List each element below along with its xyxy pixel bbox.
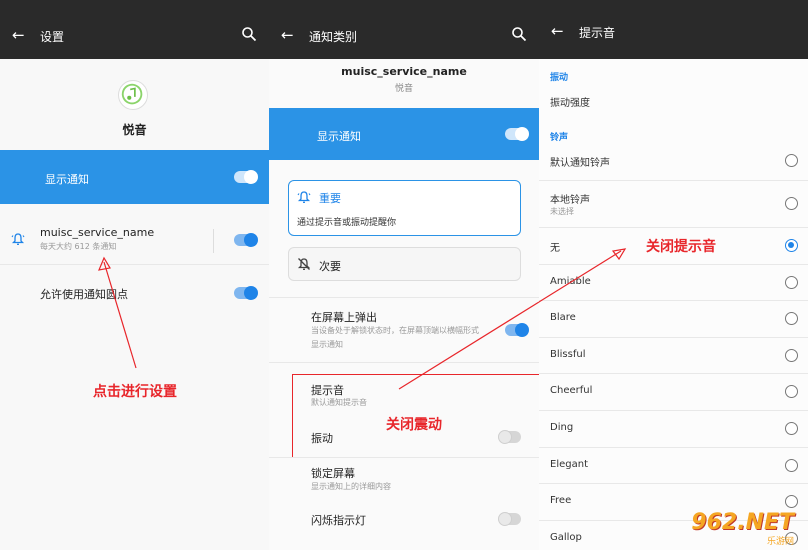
divider <box>269 362 539 363</box>
app-icon <box>118 80 148 110</box>
default-ringtone-row[interactable]: 默认通知铃声 <box>539 143 808 179</box>
local-ringtone-subtitle: 未选择 <box>550 207 574 216</box>
channel-subtitle: 每天大约 612 条通知 <box>40 242 117 251</box>
blink-light-title: 闪烁指示灯 <box>311 514 366 527</box>
channel-toggle[interactable] <box>234 233 258 247</box>
ringtone-label: 无 <box>550 243 560 254</box>
notification-category-panel: ← 通知类别 muisc_service_name 悦音 显示通知 重要 通过提… <box>269 0 539 550</box>
ringtone-label: Cheerful <box>550 385 593 397</box>
allow-dot-label: 允许使用通知圆点 <box>40 288 128 301</box>
ringtone-label: Amiable <box>550 275 591 287</box>
settings-panel: ← 设置 悦音 显示通知 muisc_service_name 每天大约 612… <box>0 0 269 550</box>
radio-button[interactable] <box>785 312 798 326</box>
bell-off-icon <box>297 258 311 270</box>
bell-ring-icon <box>297 191 311 203</box>
show-notification-label: 显示通知 <box>45 173 89 186</box>
divider <box>0 264 269 265</box>
watermark-subtitle: 乐游网 <box>766 537 794 547</box>
radio-button[interactable] <box>785 422 798 435</box>
section-header-vibrate: 振动 <box>550 73 569 83</box>
important-option[interactable]: 重要 通过提示音或振动提醒你 <box>288 180 521 236</box>
ringtone-label: Elegant <box>550 458 588 470</box>
divider <box>269 297 539 298</box>
ringtone-row[interactable]: Blare <box>539 301 808 338</box>
show-notification-row[interactable]: 显示通知 <box>269 108 539 160</box>
popup-title: 在屏幕上弹出 <box>311 311 377 324</box>
show-notification-toggle[interactable] <box>505 127 529 141</box>
annotation-label: 关闭震动 <box>386 417 442 433</box>
watermark-logo: 962.NET <box>691 510 794 535</box>
show-notification-row[interactable]: 显示通知 <box>0 150 269 204</box>
channel-header-name: muisc_service_name <box>341 65 467 78</box>
bell-ring-icon <box>11 233 25 245</box>
show-notification-toggle[interactable] <box>234 170 258 184</box>
lock-screen-row[interactable]: 锁定屏幕 显示通知上的详细内容 <box>269 460 539 498</box>
ringtone-label: Ding <box>550 422 574 433</box>
radio-button[interactable] <box>785 385 798 399</box>
top-bar: ← 设置 <box>0 0 269 59</box>
divider <box>539 180 808 181</box>
search-icon[interactable] <box>511 26 527 42</box>
top-bar: ← 提示音 <box>539 0 808 59</box>
back-arrow-icon[interactable]: ← <box>281 26 294 44</box>
allow-dot-toggle[interactable] <box>234 286 258 300</box>
channel-header-app: 悦音 <box>394 84 413 94</box>
silent-title: 次要 <box>319 260 341 273</box>
back-arrow-icon[interactable]: ← <box>12 26 25 44</box>
lock-screen-subtitle: 显示通知上的详细内容 <box>311 482 391 491</box>
ringtone-label: Blare <box>550 312 576 324</box>
ringtone-panel: ← 提示音 振动 振动强度 铃声 默认通知铃声 本地铃声 未选择 无 Amiabl… <box>539 0 808 550</box>
ringtone-row[interactable]: Cheerful <box>539 374 808 411</box>
annotation-label: 关闭提示音 <box>646 239 716 255</box>
radio-button[interactable] <box>785 458 798 472</box>
blink-light-row[interactable]: 闪烁指示灯 <box>269 504 539 534</box>
allow-dot-row[interactable]: 允许使用通知圆点 <box>0 270 269 314</box>
ringtone-label: Blissful <box>550 348 586 360</box>
local-ringtone-label: 本地铃声 <box>550 195 590 206</box>
annotation-label: 点击进行设置 <box>93 384 177 400</box>
page-title: 设置 <box>40 30 65 44</box>
divider <box>269 457 539 458</box>
site-watermark: 962.NET 乐游网 <box>672 510 802 547</box>
important-desc: 通过提示音或振动提醒你 <box>297 218 397 228</box>
popup-row[interactable]: 在屏幕上弹出 当设备处于解锁状态时，在屏幕顶端以横幅形式显示通知 <box>269 302 539 358</box>
radio-button[interactable] <box>785 154 798 167</box>
vibrate-strength-row[interactable]: 振动强度 <box>550 94 590 109</box>
ringtone-label: Free <box>550 495 572 507</box>
silent-option[interactable]: 次要 <box>288 247 521 281</box>
radio-button[interactable] <box>785 275 798 289</box>
ringtone-row[interactable]: Elegant <box>539 448 808 485</box>
app-name: 悦音 <box>122 123 147 137</box>
popup-toggle[interactable] <box>505 323 529 337</box>
ringtone-row[interactable]: Blissful <box>539 338 808 375</box>
radio-button[interactable] <box>785 348 798 362</box>
back-arrow-icon[interactable]: ← <box>551 22 564 40</box>
important-title: 重要 <box>319 192 341 205</box>
lock-screen-title: 锁定屏幕 <box>311 467 355 480</box>
radio-button[interactable] <box>785 197 798 210</box>
channel-row[interactable]: muisc_service_name 每天大约 612 条通知 <box>0 219 269 263</box>
default-ringtone-label: 默认通知铃声 <box>550 158 610 169</box>
ringtone-label: Gallop <box>550 531 582 543</box>
page-title: 通知类别 <box>309 30 358 44</box>
channel-name: muisc_service_name <box>40 226 155 239</box>
ringtone-row[interactable]: Ding <box>539 411 808 448</box>
search-icon[interactable] <box>241 26 257 42</box>
top-bar: ← 通知类别 <box>269 0 539 59</box>
radio-button[interactable] <box>785 239 798 252</box>
vertical-divider <box>213 229 214 253</box>
radio-button[interactable] <box>785 495 798 509</box>
blink-light-toggle[interactable] <box>498 512 521 526</box>
ringtone-row[interactable]: Amiable <box>539 265 808 302</box>
local-ringtone-row[interactable]: 本地铃声 未选择 <box>539 183 808 225</box>
section-header-ringtone: 铃声 <box>550 133 569 143</box>
popup-desc: 当设备处于解锁状态时，在屏幕顶端以横幅形式显示通知 <box>311 326 479 349</box>
page-title: 提示音 <box>579 26 616 40</box>
show-notification-label: 显示通知 <box>317 130 361 143</box>
